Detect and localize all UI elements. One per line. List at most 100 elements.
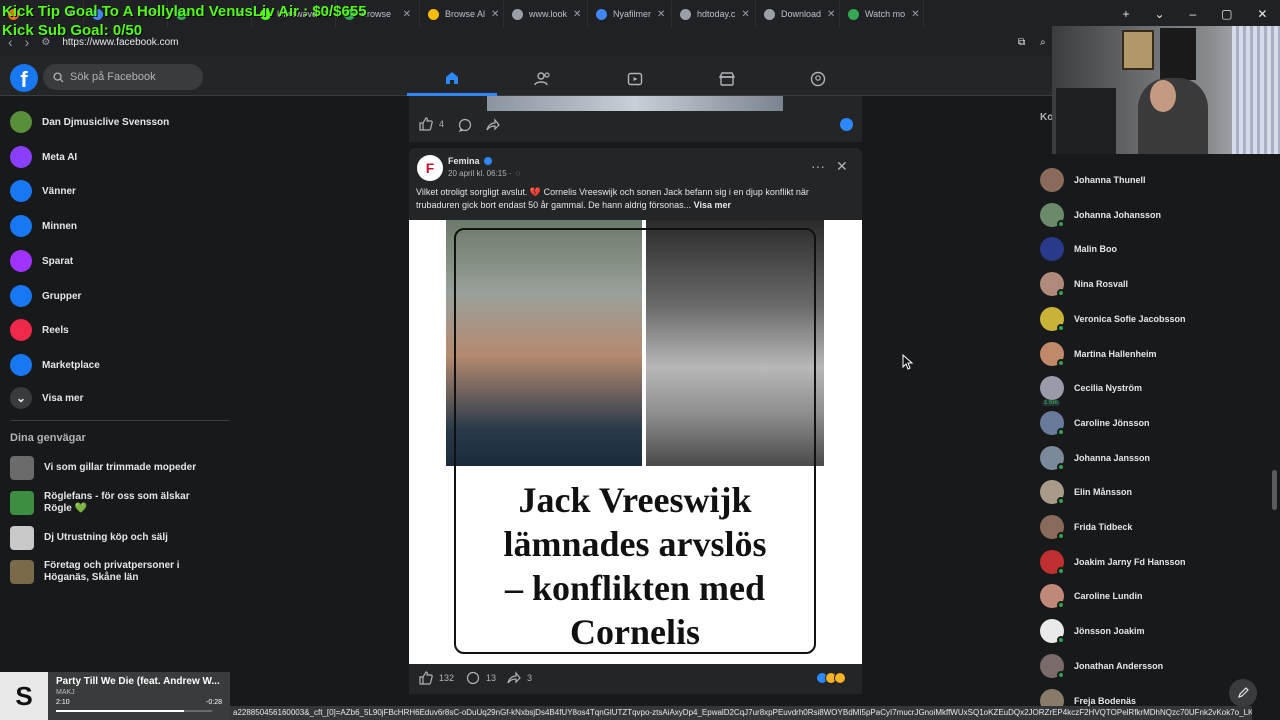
sidebar-item[interactable]: Sparat [10, 247, 73, 275]
nav-video[interactable] [590, 62, 680, 96]
tab-close-icon[interactable]: ✕ [657, 9, 665, 20]
new-tab-icon[interactable]: + [1122, 7, 1129, 21]
browser-tab[interactable]: Nyafilmer ✕ [588, 0, 672, 28]
browser-tab[interactable]: Browse Al ✕ [420, 0, 504, 28]
home-icon [446, 71, 458, 84]
search-placeholder: Sök på Facebook [70, 71, 156, 83]
contacts-scrollbar[interactable] [1272, 470, 1277, 510]
contact-item[interactable]: 1 tim Cecilia Nyström [1040, 374, 1142, 407]
shortcuts-title: Dina genvägar [10, 432, 86, 444]
contact-item[interactable]: Johanna Thunell [1040, 166, 1146, 194]
nav-friends[interactable] [498, 62, 588, 96]
contact-item[interactable]: Veronica Sofie Jacobsson [1040, 305, 1186, 333]
sidebar-item[interactable]: Vänner [10, 177, 76, 205]
tab-close-icon[interactable]: ✕ [403, 9, 411, 20]
nav-groups[interactable] [773, 62, 863, 96]
author-avatar[interactable]: F [417, 155, 443, 181]
post-comment-button[interactable]: 13 [466, 671, 496, 685]
previous-post: 4 [409, 96, 862, 142]
contact-name: Caroline Jönsson [1074, 417, 1150, 428]
contact-item[interactable]: Malin Boo [1040, 235, 1117, 263]
contact-item[interactable]: Elin Månsson [1040, 478, 1132, 506]
contact-item[interactable]: Frida Tidbeck [1040, 513, 1132, 541]
contact-name: Johanna Thunell [1074, 175, 1146, 185]
shortcut-item[interactable]: Dj Utrustning köp och sälj [10, 524, 220, 552]
post-image[interactable]: Jack Vreeswijk lämnades arvslös – konfli… [409, 220, 862, 664]
contact-item[interactable]: Jönsson Joakim [1040, 617, 1145, 645]
comment-icon[interactable] [458, 118, 472, 132]
new-message-button[interactable] [1229, 679, 1257, 707]
author-name-text[interactable]: Femina [448, 156, 480, 166]
contact-item[interactable]: Caroline Lundin [1040, 582, 1143, 610]
friends-icon [534, 72, 550, 86]
post-like-button[interactable]: 132 [419, 671, 454, 685]
browser-tab[interactable]: Download ✕ [756, 0, 840, 28]
shortcut-item[interactable]: Företag och privatpersoner i Höganäs, Sk… [10, 558, 220, 586]
tab-close-icon[interactable]: ✕ [573, 9, 581, 20]
minimize-icon[interactable]: – [1189, 7, 1196, 21]
shortcut-item[interactable]: Vi som gillar trimmade mopeder [10, 454, 220, 482]
see-more-link[interactable]: Visa mer [694, 200, 731, 210]
online-indicator [1057, 462, 1065, 471]
avatar [1040, 445, 1065, 471]
track-artist: MAKJ [56, 689, 75, 696]
contact-item[interactable]: Johanna Jansson [1040, 444, 1150, 472]
headline-line-1: Jack Vreeswijk [518, 480, 752, 520]
avatar [1040, 549, 1065, 575]
avatar [1040, 272, 1065, 298]
contact-item[interactable]: Nina Rosvall [1040, 270, 1128, 298]
nav-marketplace[interactable] [682, 62, 772, 96]
online-indicator [1057, 532, 1065, 540]
share-icon[interactable] [486, 118, 500, 132]
tab-search-icon[interactable]: ⌄ [1154, 7, 1164, 21]
browser-tab[interactable]: Watch mo ✕ [840, 0, 924, 28]
sidebar-item[interactable]: Marketplace [10, 351, 100, 379]
browser-tab[interactable]: www.look ✕ [504, 0, 588, 28]
contact-item[interactable]: Jonathan Andersson [1040, 652, 1163, 680]
sidebar-item[interactable]: Meta AI [10, 143, 77, 171]
tab-close-icon[interactable]: ✕ [827, 9, 835, 20]
sidebar-item-icon [10, 215, 32, 237]
like-button[interactable]: 4 [419, 117, 444, 131]
sidebar-item[interactable]: ⌄ Visa mer [10, 384, 84, 412]
zoom-icon[interactable]: ⌕ [1040, 37, 1046, 48]
sidebar-item[interactable]: Dan Djmusiclive Svensson [10, 108, 169, 136]
sidebar-item[interactable]: Minnen [10, 212, 77, 240]
close-post-icon[interactable]: ✕ [836, 158, 848, 175]
sidebar-item-icon [10, 180, 32, 202]
search-input[interactable]: Sök på Facebook [43, 64, 203, 90]
music-player[interactable]: S Party Till We Die (feat. Andrew W... M… [0, 672, 230, 720]
more-options-icon[interactable]: ··· [811, 158, 825, 174]
contact-item[interactable]: Johanna Johansson [1040, 201, 1161, 229]
shortcut-item[interactable]: Röglefans - för oss som älskar Rögle 💚 [10, 489, 220, 517]
post-share-button[interactable]: 3 [507, 671, 532, 685]
contact-name: Joakim Jarny Fd Hansson [1074, 556, 1186, 567]
tab-label: Download [781, 9, 822, 19]
kick-tip-goal-overlay: Kick Tip Goal To A Hollyland VenusLiv Ai… [2, 3, 367, 20]
nav-home[interactable] [407, 62, 497, 96]
maximize-icon[interactable]: ▢ [1221, 7, 1232, 21]
tab-close-icon[interactable]: ✕ [911, 9, 919, 20]
author-name[interactable]: Femina [448, 156, 492, 166]
headline-line-2: lämnades arvslös [503, 524, 767, 564]
sidebar-item[interactable]: Reels [10, 316, 69, 344]
sidebar-item[interactable]: Grupper [10, 282, 81, 310]
install-app-icon[interactable]: ⧉ [1018, 37, 1025, 48]
tab-label: Nyafilmer [613, 9, 652, 19]
reaction-icons[interactable] [816, 672, 846, 684]
tab-close-icon[interactable]: ✕ [491, 9, 499, 20]
tab-close-icon[interactable]: ✕ [741, 9, 749, 20]
online-indicator [1057, 358, 1065, 367]
contact-item[interactable]: Martina Hallenheim [1040, 340, 1157, 368]
close-window-icon[interactable]: ✕ [1257, 7, 1267, 21]
progress-track[interactable] [56, 710, 212, 712]
sidebar-item-label: Grupper [42, 290, 82, 302]
post-share-count: 3 [527, 673, 533, 683]
contact-item[interactable]: Caroline Jönsson [1040, 409, 1150, 437]
facebook-logo[interactable]: f [10, 64, 38, 92]
tab-favicon-icon [848, 8, 859, 20]
browser-tab[interactable]: hdtoday.c ✕ [672, 0, 756, 28]
post-date-text[interactable]: 20 april kl. 06:15 · [448, 169, 512, 178]
post-date[interactable]: 20 april kl. 06:15 · ◌ [448, 169, 520, 178]
contact-item[interactable]: Joakim Jarny Fd Hansson [1040, 548, 1186, 576]
